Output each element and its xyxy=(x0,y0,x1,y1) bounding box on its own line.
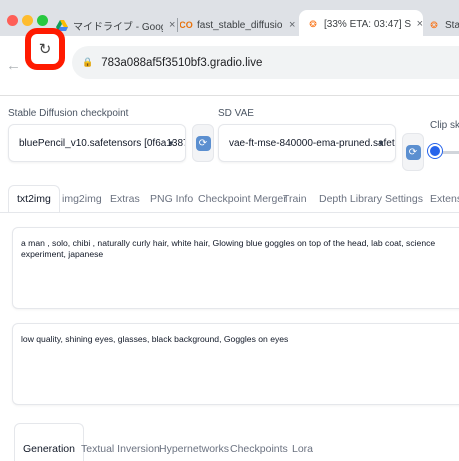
tab-close-icon[interactable]: × xyxy=(417,18,423,30)
browser-tab-stable-diffusion-2[interactable]: ❂ Stab xyxy=(428,12,459,38)
checkpoint-dropdown[interactable]: bluePencil_v10.safetensors [0f6a1387d9] … xyxy=(8,124,186,162)
tab-close-icon[interactable]: × xyxy=(169,19,175,31)
url-text: 783a088af5f3510bf3.gradio.live xyxy=(101,56,263,69)
webui-app: Stable Diffusion checkpoint bluePencil_v… xyxy=(0,97,459,461)
tab-generation[interactable]: Generation xyxy=(14,423,84,461)
address-bar[interactable]: 🔒 783a088af5f3510bf3.gradio.live xyxy=(72,46,459,79)
window-zoom-dot[interactable] xyxy=(37,15,48,26)
chevron-down-icon: ▼ xyxy=(377,138,385,148)
browser-tab-colab[interactable]: CO fast_stable_diffusion_AUTOMATIC × xyxy=(180,12,297,38)
prompt-input[interactable]: a man , solo, chibi , naturally curly ha… xyxy=(12,227,459,309)
tab-png-info[interactable]: PNG Info xyxy=(150,185,193,213)
tab-txt2img[interactable]: txt2img xyxy=(8,185,60,213)
gradio-icon: ❂ xyxy=(309,18,317,29)
clip-skip-slider-thumb[interactable] xyxy=(428,144,442,158)
refresh-vae-button[interactable]: ⟳ xyxy=(402,133,424,171)
tab-checkpoint-merger[interactable]: Checkpoint Merger xyxy=(198,185,287,213)
chevron-down-icon: ▼ xyxy=(167,138,175,148)
tab-extras[interactable]: Extras xyxy=(110,185,140,213)
tab-checkpoints[interactable]: Checkpoints xyxy=(230,423,288,461)
refresh-checkpoint-button[interactable]: ⟳ xyxy=(192,124,214,162)
tab-depth-library[interactable]: Depth Library xyxy=(319,185,382,213)
refresh-icon: ⟳ xyxy=(195,135,211,151)
tab-textual-inversion[interactable]: Textual Inversion xyxy=(81,423,160,461)
negative-prompt-input[interactable]: low quality, shining eyes, glasses, blac… xyxy=(12,323,459,405)
main-tab-bar: txt2img img2img Extras PNG Info Checkpoi… xyxy=(0,185,459,213)
tab-divider xyxy=(0,212,459,213)
reload-button[interactable]: ↻ xyxy=(25,28,65,70)
tab-extensions[interactable]: Extensio xyxy=(430,185,459,213)
vae-dropdown[interactable]: vae-ft-mse-840000-ema-pruned.safetensors… xyxy=(218,124,396,162)
window-close-dot[interactable] xyxy=(7,15,18,26)
refresh-icon: ⟳ xyxy=(405,144,421,160)
window-minimize-dot[interactable] xyxy=(22,15,33,26)
checkpoint-label: Stable Diffusion checkpoint xyxy=(8,108,129,119)
back-arrow-icon[interactable]: ← xyxy=(6,57,21,74)
colab-icon: CO xyxy=(180,20,193,30)
browser-tab-strip: マイドライブ - Google ドライブ × CO fast_stable_di… xyxy=(0,0,459,38)
gradio-icon: ❂ xyxy=(430,19,438,30)
vae-label: SD VAE xyxy=(218,108,254,119)
tab-img2img[interactable]: img2img xyxy=(62,185,102,213)
tab-close-icon[interactable]: × xyxy=(289,19,295,31)
clip-skip-label: Clip skip xyxy=(430,120,459,131)
reload-icon: ↻ xyxy=(38,41,52,58)
tab-lora[interactable]: Lora xyxy=(292,423,313,461)
browser-tab-google-drive[interactable]: マイドライブ - Google ドライブ × xyxy=(56,12,176,38)
tab-settings[interactable]: Settings xyxy=(385,185,423,213)
sub-tab-bar: Generation Textual Inversion Hypernetwor… xyxy=(14,423,459,461)
tab-hypernetworks[interactable]: Hypernetworks xyxy=(159,423,229,461)
tab-train[interactable]: Train xyxy=(283,185,307,213)
lock-icon: 🔒 xyxy=(82,57,94,67)
browser-tab-stable-diffusion[interactable]: ❂ [33% ETA: 03:47] Stable Diffusion × xyxy=(299,10,423,38)
